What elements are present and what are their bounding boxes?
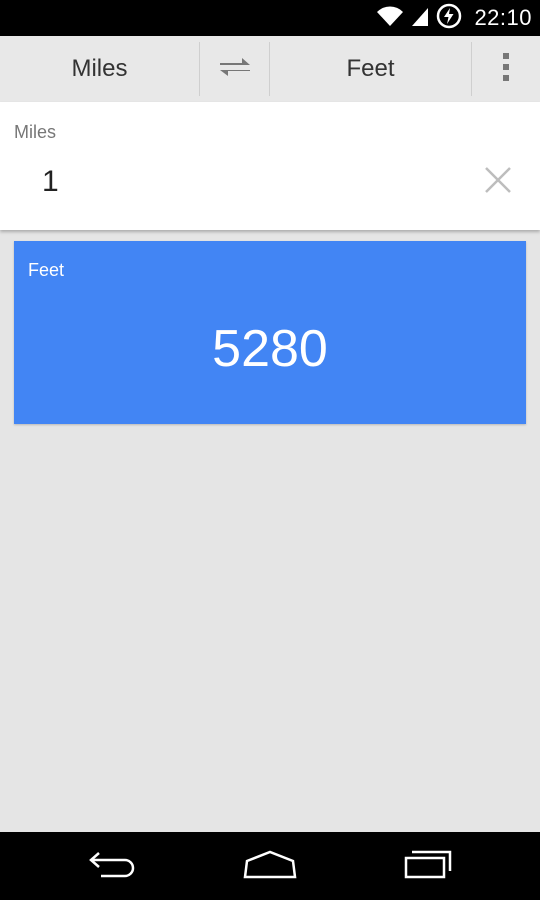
swap-units-button[interactable]	[200, 36, 269, 102]
battery-charging-icon	[436, 3, 462, 34]
input-unit-label: Miles	[14, 122, 57, 142]
home-icon	[242, 849, 298, 884]
to-unit-selector[interactable]: Feet	[270, 36, 471, 102]
signal-icon	[410, 4, 430, 33]
overflow-menu-icon	[501, 51, 511, 88]
result-card: Feet 5280	[14, 241, 526, 424]
status-bar: 22:10	[0, 0, 540, 36]
from-unit-selector[interactable]: Miles	[0, 36, 199, 102]
close-icon	[484, 166, 512, 199]
status-icons: 22:10	[376, 0, 532, 36]
clock: 22:10	[474, 5, 532, 30]
result-unit-label: Feet	[28, 260, 65, 280]
overflow-menu-button[interactable]	[472, 36, 540, 102]
back-button[interactable]	[82, 846, 142, 886]
back-icon	[87, 849, 137, 884]
recents-icon	[402, 849, 454, 884]
from-unit-label: Miles	[71, 55, 128, 82]
home-button[interactable]	[240, 846, 300, 886]
swap-arrows-icon	[218, 54, 252, 85]
clear-button[interactable]	[478, 162, 518, 202]
unit-toolbar: Miles Feet	[0, 36, 540, 102]
to-unit-label: Feet	[346, 55, 395, 82]
result-value: 5280	[212, 320, 328, 378]
recents-button[interactable]	[398, 846, 458, 886]
input-card: Miles	[0, 102, 540, 230]
wifi-icon	[376, 4, 404, 33]
value-input[interactable]	[42, 160, 442, 204]
navigation-bar	[0, 832, 540, 900]
